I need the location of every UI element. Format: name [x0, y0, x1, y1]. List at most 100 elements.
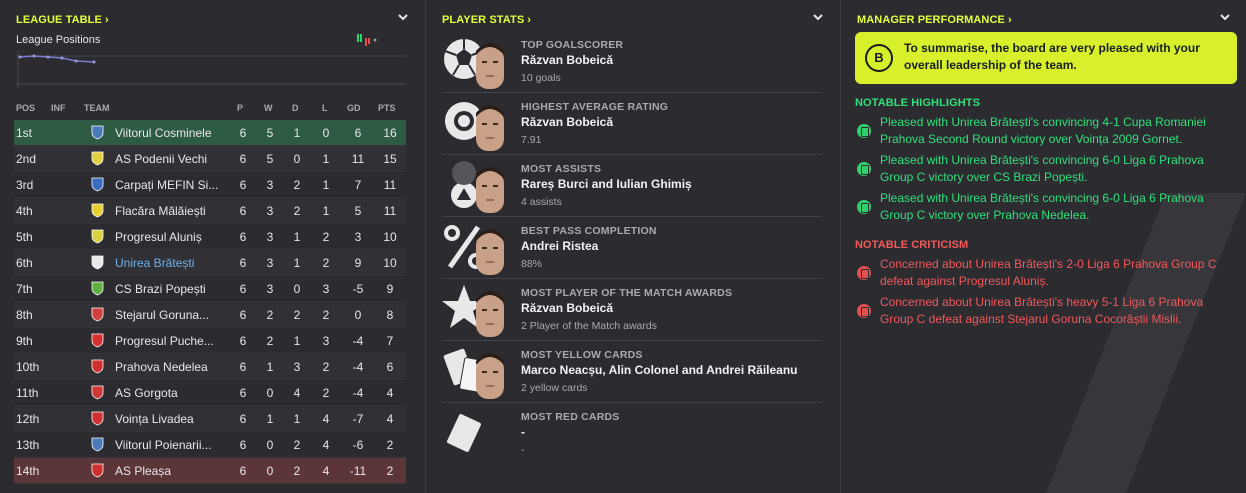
club-badge-icon[interactable]: [90, 255, 105, 270]
highlight-item[interactable]: Pleased with Unirea Brătești's convincin…: [855, 114, 1239, 150]
table-row[interactable]: 10th Prahova Nedelea 6 1 3 2 -4 6: [14, 354, 406, 380]
team-name[interactable]: Prahova Nedelea: [115, 360, 227, 374]
player-name[interactable]: Răzvan Bobeică: [521, 53, 613, 67]
col-d[interactable]: D: [292, 103, 299, 113]
team-name[interactable]: Progresul Puche...: [115, 334, 227, 348]
team-name[interactable]: AS Podenii Vechi: [115, 152, 227, 166]
won: 3: [266, 282, 274, 296]
table-row[interactable]: 11th AS Gorgota 6 0 4 2 -4 4: [14, 380, 406, 406]
criticism-item[interactable]: Concerned about Unirea Brătești's 2-0 Li…: [855, 256, 1239, 292]
team-name[interactable]: AS Pleașa: [115, 464, 227, 478]
table-row[interactable]: 5th Progresul Aluniș 6 3 1 2 3 10: [14, 224, 406, 250]
played: 6: [239, 204, 247, 218]
club-badge-icon[interactable]: [90, 203, 105, 218]
item-text: Pleased with Unirea Brătești's convincin…: [880, 153, 1204, 184]
club-badge-icon[interactable]: [90, 333, 105, 348]
player-name[interactable]: Răzvan Bobeică: [521, 115, 613, 129]
chevron-down-icon[interactable]: [396, 10, 410, 24]
table-row[interactable]: 14th AS Pleașa 6 0 2 4 -11 2: [14, 458, 406, 484]
col-inf[interactable]: INF: [51, 103, 66, 113]
player-stat-item[interactable]: MOST PLAYER OF THE MATCH AWARDS Răzvan Bo…: [442, 281, 822, 341]
team-name[interactable]: Voința Livadea: [115, 412, 227, 426]
player-face: [476, 229, 504, 275]
table-row[interactable]: 13th Viitorul Poienarii... 6 0 2 4 -6 2: [14, 432, 406, 458]
points: 4: [386, 386, 394, 400]
club-badge-icon[interactable]: [90, 177, 105, 192]
player-stat-item[interactable]: BEST PASS COMPLETION Andrei Ristea 88%: [442, 219, 822, 279]
col-team[interactable]: TEAM: [84, 103, 110, 113]
player-name[interactable]: Marco Neacșu, Alin Colonel and Andrei Ră…: [521, 363, 798, 377]
col-p[interactable]: P: [237, 103, 243, 113]
col-gd[interactable]: GD: [347, 103, 361, 113]
won: 3: [266, 256, 274, 270]
team-name[interactable]: Viitorul Poienarii...: [115, 438, 227, 452]
player-stat-item[interactable]: MOST RED CARDS - -: [442, 405, 822, 465]
position: 12th: [16, 412, 40, 426]
table-row[interactable]: 3rd Carpați MEFIN Si... 6 3 2 1 7 11: [14, 172, 406, 198]
club-badge-icon[interactable]: [90, 385, 105, 400]
highlights-title: NOTABLE HIGHLIGHTS: [855, 97, 981, 109]
position: 2nd: [16, 152, 37, 166]
team-name[interactable]: CS Brazi Popești: [115, 282, 227, 296]
played: 6: [239, 256, 247, 270]
highlight-item[interactable]: Pleased with Unirea Brătești's convincin…: [855, 152, 1239, 188]
table-row[interactable]: 6th Unirea Brătești 6 3 1 2 9 10: [14, 250, 406, 276]
goal-difference: 5: [354, 204, 362, 218]
club-badge-icon[interactable]: [90, 229, 105, 244]
stat-category: BEST PASS COMPLETION: [521, 225, 657, 237]
player-stat-item[interactable]: HIGHEST AVERAGE RATING Răzvan Bobeică 7.91: [442, 95, 822, 155]
stat-category: TOP GOALSCORER: [521, 39, 624, 51]
player-stat-item[interactable]: TOP GOALSCORER Răzvan Bobeică 10 goals: [442, 33, 822, 93]
club-badge-icon[interactable]: [90, 125, 105, 140]
lost: 1: [322, 178, 330, 192]
club-badge-icon[interactable]: [90, 411, 105, 426]
chevron-down-icon[interactable]: [811, 10, 825, 24]
drawn: 0: [293, 152, 301, 166]
lost: 2: [322, 230, 330, 244]
club-badge-icon[interactable]: [90, 437, 105, 452]
col-pos[interactable]: POS: [16, 103, 35, 113]
chevron-down-icon[interactable]: [1218, 10, 1232, 24]
club-badge-icon[interactable]: [90, 151, 105, 166]
manager-performance-title[interactable]: MANAGER PERFORMANCE ›: [857, 14, 1012, 26]
played: 6: [239, 334, 247, 348]
item-text: Pleased with Unirea Brătești's convincin…: [880, 191, 1204, 222]
table-row[interactable]: 9th Progresul Puche... 6 2 1 3 -4 7: [14, 328, 406, 354]
col-pts[interactable]: PTS: [378, 103, 396, 113]
team-name[interactable]: AS Gorgota: [115, 386, 227, 400]
team-name[interactable]: Carpați MEFIN Si...: [115, 178, 227, 192]
club-badge-icon[interactable]: [90, 307, 105, 322]
player-stat-item[interactable]: MOST YELLOW CARDS Marco Neacșu, Alin Colo…: [442, 343, 822, 403]
team-name[interactable]: Viitorul Cosminele: [115, 126, 227, 140]
league-table-title[interactable]: LEAGUE TABLE ›: [16, 14, 109, 26]
club-badge-icon[interactable]: [90, 463, 105, 478]
table-row[interactable]: 12th Voința Livadea 6 1 1 4 -7 4: [14, 406, 406, 432]
lost: 2: [322, 308, 330, 322]
played: 6: [239, 360, 247, 374]
team-name[interactable]: Unirea Brătești: [115, 256, 227, 270]
table-row[interactable]: 7th CS Brazi Popești 6 3 0 3 -5 9: [14, 276, 406, 302]
player-stats-title[interactable]: PLAYER STATS ›: [442, 14, 531, 26]
player-name[interactable]: Răzvan Bobeică: [521, 301, 613, 315]
col-l[interactable]: L: [322, 103, 328, 113]
table-row[interactable]: 1st Viitorul Cosminele 6 5 1 0 6 16: [14, 120, 406, 146]
table-row[interactable]: 8th Stejarul Goruna... 6 2 2 2 0 8: [14, 302, 406, 328]
team-name[interactable]: Stejarul Goruna...: [115, 308, 227, 322]
points: 4: [386, 412, 394, 426]
team-name[interactable]: Flacăra Mălăiești: [115, 204, 227, 218]
club-badge-icon[interactable]: [90, 359, 105, 374]
news-positive-icon: [857, 200, 871, 214]
club-badge-icon[interactable]: [90, 281, 105, 296]
league-table-panel: LEAGUE TABLE › League Positions POS INF T…: [0, 0, 424, 493]
league-table-header: LEAGUE TABLE ›: [16, 10, 410, 26]
criticism-item[interactable]: Concerned about Unirea Brătești's heavy …: [855, 294, 1239, 330]
player-name[interactable]: Rareș Burci and Iulian Ghimiș: [521, 177, 692, 191]
team-name[interactable]: Progresul Aluniș: [115, 230, 227, 244]
table-row[interactable]: 4th Flacăra Mălăiești 6 3 2 1 5 11: [14, 198, 406, 224]
highlight-item[interactable]: Pleased with Unirea Brătești's convincin…: [855, 190, 1239, 226]
player-stat-item[interactable]: MOST ASSISTS Rareș Burci and Iulian Ghimi…: [442, 157, 822, 217]
table-row[interactable]: 2nd AS Podenii Vechi 6 5 0 1 11 15: [14, 146, 406, 172]
points: 2: [386, 464, 394, 478]
col-w[interactable]: W: [264, 103, 273, 113]
player-name[interactable]: Andrei Ristea: [521, 239, 598, 253]
